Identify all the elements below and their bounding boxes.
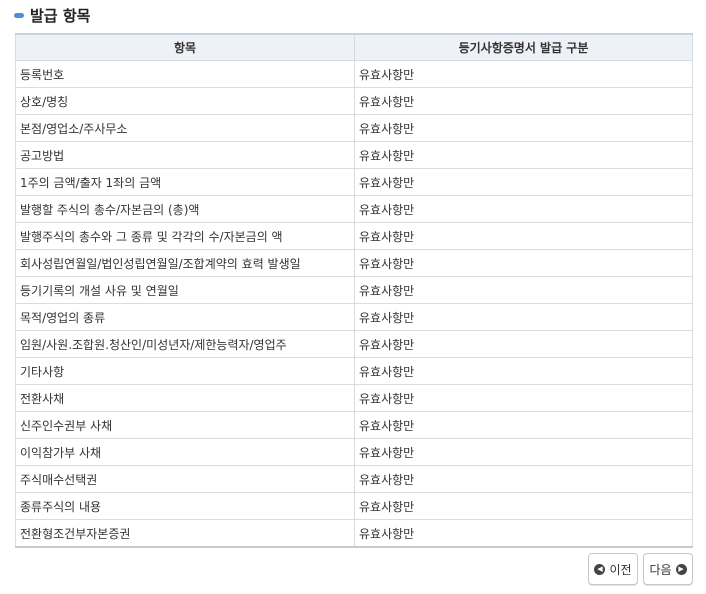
- table-body: 등록번호 유효사항만 상호/명칭 유효사항만 본점/영업소/주사무소 유효사항만 공고방법 유…: [15, 60, 693, 548]
- table-row: 상호/명칭 유효사항만: [15, 87, 693, 115]
- item-name-cell: 발행할 주식의 총수/자본금의 (총)액: [15, 195, 355, 223]
- issue-type-cell: 유효사항만: [354, 384, 693, 412]
- item-name-cell: 목적/영업의 종류: [15, 303, 355, 331]
- chevron-left-circle-icon: ◀: [594, 563, 606, 575]
- section-header: 발급 항목: [14, 4, 90, 26]
- table-row: 종류주식의 내용 유효사항만: [15, 492, 693, 520]
- table-row: 임원/사원.조합원.청산인/미성년자/제한능력자/영업주 유효사항만: [15, 330, 693, 358]
- table-row: 발행할 주식의 총수/자본금의 (총)액 유효사항만: [15, 195, 693, 223]
- issue-type-cell: 유효사항만: [354, 519, 693, 548]
- issue-type-cell: 유효사항만: [354, 276, 693, 304]
- table-row: 주식매수선택권 유효사항만: [15, 465, 693, 493]
- item-name-cell: 기타사항: [15, 357, 355, 385]
- table-row: 기타사항 유효사항만: [15, 357, 693, 385]
- prev-button-label: 이전: [609, 562, 632, 577]
- issue-type-cell: 유효사항만: [354, 492, 693, 520]
- section-title: 발급 항목: [30, 6, 91, 25]
- table-row: 이익참가부 사채 유효사항만: [15, 438, 693, 466]
- issue-type-cell: 유효사항만: [354, 114, 693, 142]
- table-row: 전환형조건부자본증권 유효사항만: [15, 519, 693, 548]
- column-header-item: 항목: [15, 33, 355, 61]
- prev-button[interactable]: ◀ 이전: [588, 553, 638, 585]
- issue-type-cell: 유효사항만: [354, 195, 693, 223]
- item-name-cell: 발행주식의 총수와 그 종류 및 각각의 수/자본금의 액: [15, 222, 355, 250]
- item-name-cell: 상호/명칭: [15, 87, 355, 115]
- table-row: 전환사채 유효사항만: [15, 384, 693, 412]
- issue-items-table-container: 항목 등기사항증명서 발급 구분 등록번호 유효사항만 상호/명칭 유효사항만 본점/영…: [15, 33, 693, 548]
- table-row: 회사성립연월일/법인성립연월일/조합계약의 효력 발생일 유효사항만: [15, 249, 693, 277]
- issue-type-cell: 유효사항만: [354, 87, 693, 115]
- title-bullet-icon: [14, 12, 24, 18]
- item-name-cell: 등기기록의 개설 사유 및 연월일: [15, 276, 355, 304]
- table-row: 등기기록의 개설 사유 및 연월일 유효사항만: [15, 276, 693, 304]
- issue-type-cell: 유효사항만: [354, 249, 693, 277]
- item-name-cell: 이익참가부 사채: [15, 438, 355, 466]
- next-button-label: 다음: [649, 562, 672, 577]
- issue-type-cell: 유효사항만: [354, 141, 693, 169]
- issue-type-cell: 유효사항만: [354, 222, 693, 250]
- item-name-cell: 등록번호: [15, 60, 355, 88]
- item-name-cell: 신주인수권부 사채: [15, 411, 355, 439]
- item-name-cell: 종류주식의 내용: [15, 492, 355, 520]
- issue-type-cell: 유효사항만: [354, 303, 693, 331]
- table-row: 공고방법 유효사항만: [15, 141, 693, 169]
- item-name-cell: 전환형조건부자본증권: [15, 519, 355, 548]
- issue-type-cell: 유효사항만: [354, 168, 693, 196]
- table-row: 신주인수권부 사채 유효사항만: [15, 411, 693, 439]
- chevron-right-circle-icon: ▶: [675, 563, 687, 575]
- table-row: 1주의 금액/출자 1좌의 금액 유효사항만: [15, 168, 693, 196]
- item-name-cell: 공고방법: [15, 141, 355, 169]
- column-header-issue-type: 등기사항증명서 발급 구분: [354, 33, 693, 61]
- table-row: 목적/영업의 종류 유효사항만: [15, 303, 693, 331]
- table-row: 발행주식의 총수와 그 종류 및 각각의 수/자본금의 액 유효사항만: [15, 222, 693, 250]
- item-name-cell: 1주의 금액/출자 1좌의 금액: [15, 168, 355, 196]
- table-row: 등록번호 유효사항만: [15, 60, 693, 88]
- item-name-cell: 본점/영업소/주사무소: [15, 114, 355, 142]
- issue-type-cell: 유효사항만: [354, 357, 693, 385]
- issue-items-table: 항목 등기사항증명서 발급 구분 등록번호 유효사항만 상호/명칭 유효사항만 본점/영…: [15, 33, 693, 548]
- issue-type-cell: 유효사항만: [354, 60, 693, 88]
- issue-type-cell: 유효사항만: [354, 465, 693, 493]
- issue-type-cell: 유효사항만: [354, 411, 693, 439]
- table-header-row: 항목 등기사항증명서 발급 구분: [15, 33, 693, 61]
- issue-type-cell: 유효사항만: [354, 330, 693, 358]
- issue-type-cell: 유효사항만: [354, 438, 693, 466]
- table-row: 본점/영업소/주사무소 유효사항만: [15, 114, 693, 142]
- item-name-cell: 전환사채: [15, 384, 355, 412]
- item-name-cell: 임원/사원.조합원.청산인/미성년자/제한능력자/영업주: [15, 330, 355, 358]
- item-name-cell: 주식매수선택권: [15, 465, 355, 493]
- item-name-cell: 회사성립연월일/법인성립연월일/조합계약의 효력 발생일: [15, 249, 355, 277]
- next-button[interactable]: 다음 ▶: [643, 553, 693, 585]
